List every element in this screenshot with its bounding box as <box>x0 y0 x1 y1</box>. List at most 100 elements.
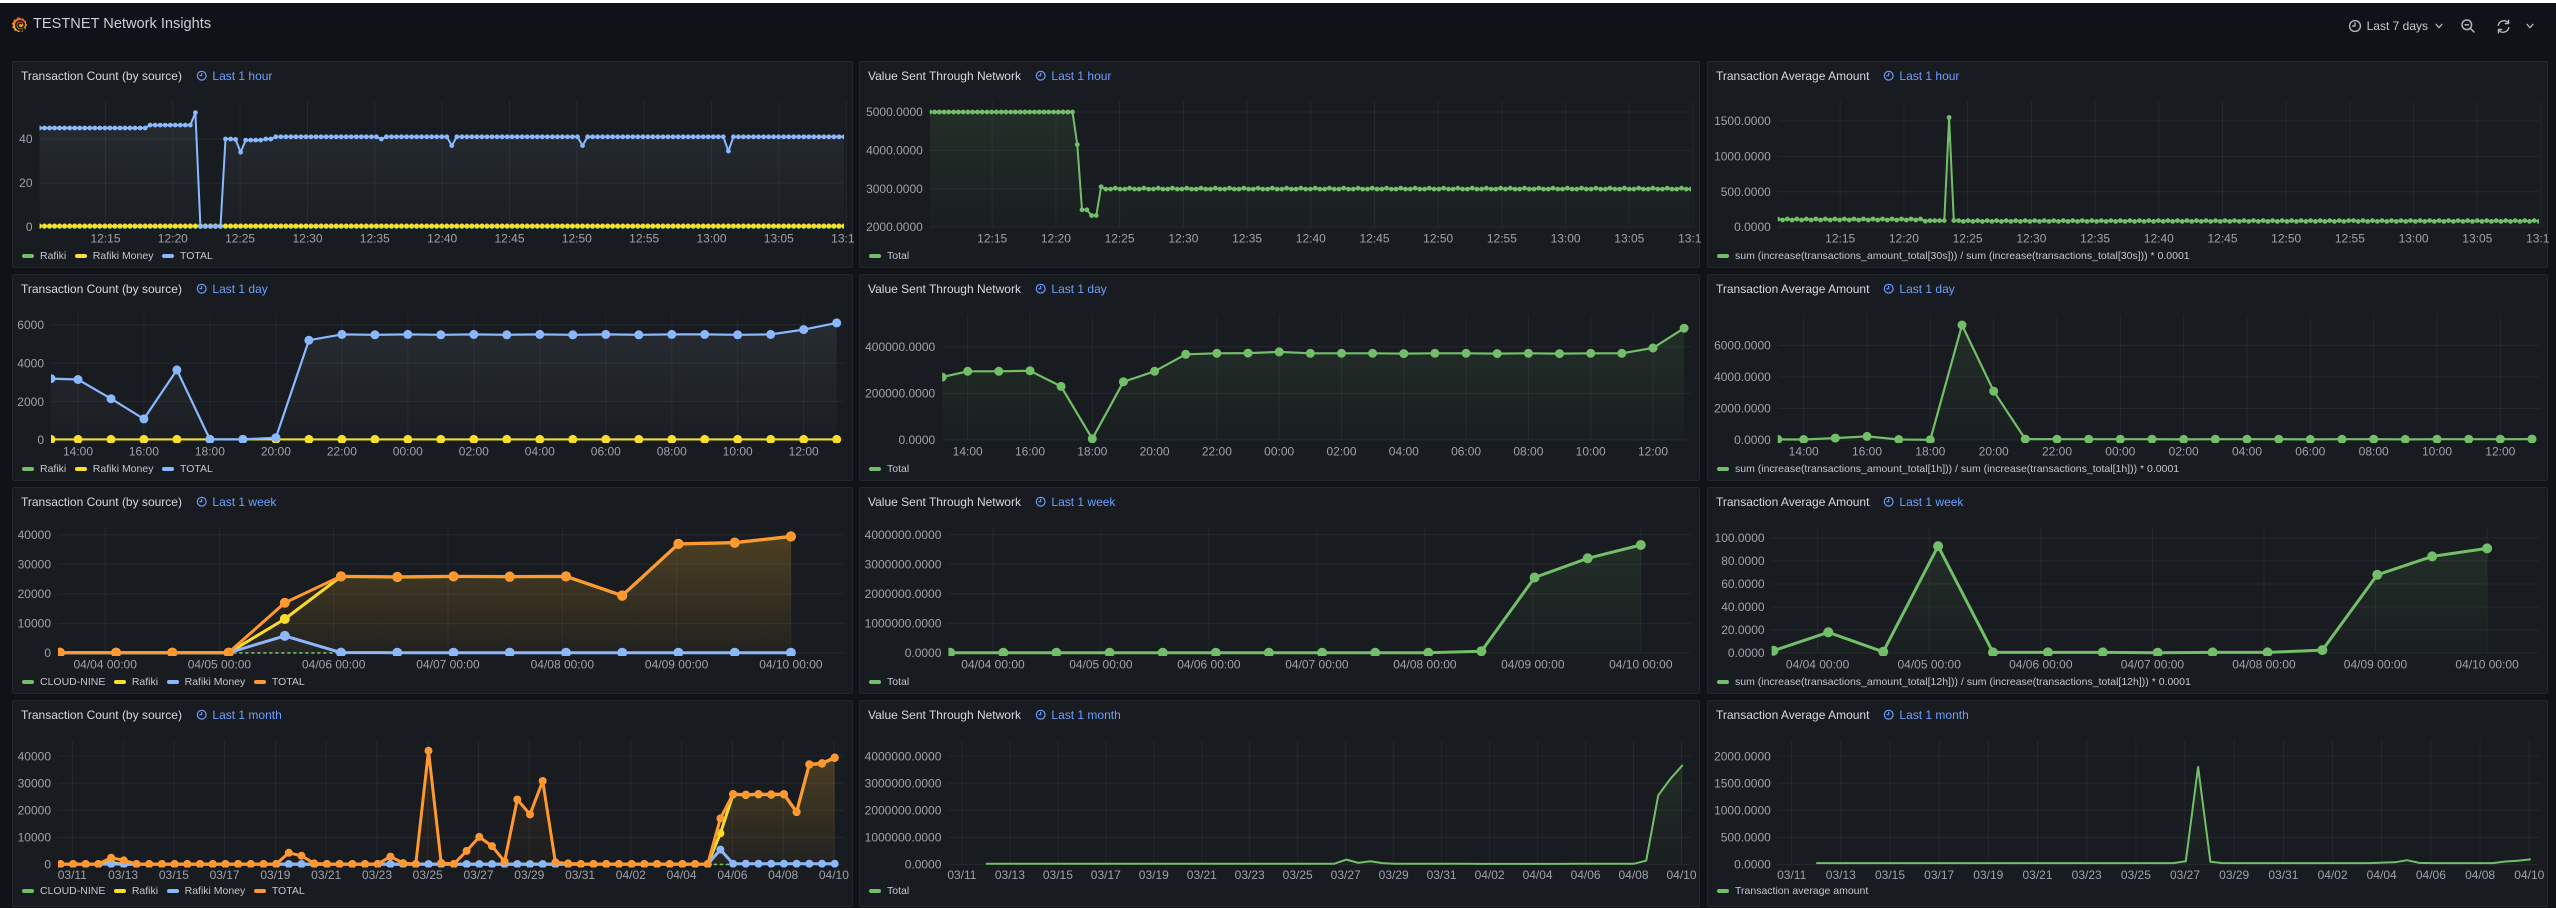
svg-text:12:30: 12:30 <box>2016 232 2046 246</box>
svg-text:03/13: 03/13 <box>995 868 1025 882</box>
svg-text:03/27: 03/27 <box>2170 868 2200 882</box>
svg-text:10000: 10000 <box>18 617 52 631</box>
svg-text:200000.0000: 200000.0000 <box>865 387 935 401</box>
svg-text:06:00: 06:00 <box>2295 445 2325 459</box>
svg-text:16:00: 16:00 <box>129 445 159 459</box>
svg-text:4000000.0000: 4000000.0000 <box>865 749 942 763</box>
svg-text:2000000.0000: 2000000.0000 <box>865 804 942 818</box>
svg-text:03/11: 03/11 <box>947 868 976 882</box>
svg-text:03/29: 03/29 <box>514 868 544 882</box>
svg-text:04/07 00:00: 04/07 00:00 <box>416 658 480 672</box>
svg-text:03/15: 03/15 <box>1875 868 1905 882</box>
svg-text:14:00: 14:00 <box>63 445 93 459</box>
svg-text:20:00: 20:00 <box>1979 445 2009 459</box>
svg-text:03/27: 03/27 <box>463 868 493 882</box>
svg-text:12:40: 12:40 <box>1296 232 1326 246</box>
svg-text:12:55: 12:55 <box>629 232 659 246</box>
svg-text:04/07 00:00: 04/07 00:00 <box>1285 658 1349 672</box>
svg-text:04:00: 04:00 <box>1389 445 1419 459</box>
svg-text:04/09 00:00: 04/09 00:00 <box>645 658 709 672</box>
svg-text:3000.0000: 3000.0000 <box>866 182 923 196</box>
svg-text:04/02: 04/02 <box>1475 868 1505 882</box>
svg-text:18:00: 18:00 <box>195 445 225 459</box>
svg-text:03/21: 03/21 <box>2022 868 2052 882</box>
svg-text:04/07 00:00: 04/07 00:00 <box>2121 658 2185 672</box>
svg-text:10000: 10000 <box>18 831 52 845</box>
svg-text:12:30: 12:30 <box>292 232 322 246</box>
svg-text:03/15: 03/15 <box>1043 868 1073 882</box>
svg-text:00:00: 00:00 <box>393 445 423 459</box>
svg-text:12:45: 12:45 <box>494 232 524 246</box>
svg-text:04/06 00:00: 04/06 00:00 <box>302 658 366 672</box>
svg-text:10:00: 10:00 <box>723 445 753 459</box>
svg-text:0.0000: 0.0000 <box>898 433 935 447</box>
svg-text:13:05: 13:05 <box>764 232 794 246</box>
svg-text:0.0000: 0.0000 <box>1734 433 1771 447</box>
svg-text:12:45: 12:45 <box>1359 232 1389 246</box>
svg-text:03/13: 03/13 <box>1826 868 1856 882</box>
svg-text:13:00: 13:00 <box>696 232 726 246</box>
svg-text:12:50: 12:50 <box>1423 232 1453 246</box>
svg-text:4000.0000: 4000.0000 <box>866 144 923 158</box>
svg-text:13:05: 13:05 <box>1614 232 1644 246</box>
svg-text:40.0000: 40.0000 <box>1721 600 1765 614</box>
svg-text:12:45: 12:45 <box>2207 232 2237 246</box>
svg-text:03/17: 03/17 <box>1091 868 1121 882</box>
svg-text:03/31: 03/31 <box>1427 868 1457 882</box>
svg-text:1000.0000: 1000.0000 <box>1714 150 1771 164</box>
svg-text:4000000.0000: 4000000.0000 <box>865 528 942 542</box>
svg-text:60.0000: 60.0000 <box>1721 577 1765 591</box>
svg-text:0: 0 <box>37 433 44 447</box>
svg-text:04/08 00:00: 04/08 00:00 <box>1393 658 1457 672</box>
svg-text:13:00: 13:00 <box>2399 232 2429 246</box>
svg-text:13:10: 13:10 <box>1678 232 1701 246</box>
svg-text:1500.0000: 1500.0000 <box>1714 776 1771 790</box>
svg-text:12:00: 12:00 <box>789 445 819 459</box>
svg-text:04/10 00:00: 04/10 00:00 <box>1609 658 1673 672</box>
svg-text:02:00: 02:00 <box>2169 445 2199 459</box>
svg-text:0.0000: 0.0000 <box>905 646 942 660</box>
svg-text:2000.0000: 2000.0000 <box>1714 402 1771 416</box>
svg-text:04/06: 04/06 <box>1571 868 1601 882</box>
svg-text:40000: 40000 <box>18 528 52 542</box>
svg-text:04/10: 04/10 <box>819 868 849 882</box>
svg-text:16:00: 16:00 <box>1015 445 1045 459</box>
svg-text:04/05 00:00: 04/05 00:00 <box>188 658 252 672</box>
svg-text:02:00: 02:00 <box>1326 445 1356 459</box>
svg-text:04/08: 04/08 <box>1618 868 1648 882</box>
svg-text:6000.0000: 6000.0000 <box>1714 339 1771 353</box>
svg-text:12:25: 12:25 <box>1953 232 1983 246</box>
svg-text:04/06: 04/06 <box>2416 868 2446 882</box>
svg-text:1500.0000: 1500.0000 <box>1714 114 1771 128</box>
svg-text:20:00: 20:00 <box>1140 445 1170 459</box>
svg-text:02:00: 02:00 <box>459 445 489 459</box>
svg-text:1000000.0000: 1000000.0000 <box>865 617 942 631</box>
svg-text:40000: 40000 <box>18 749 52 763</box>
svg-text:30000: 30000 <box>18 776 52 790</box>
svg-text:1000000.0000: 1000000.0000 <box>865 831 942 845</box>
svg-text:12:35: 12:35 <box>1232 232 1262 246</box>
svg-text:500.0000: 500.0000 <box>1721 185 1771 199</box>
svg-text:400000.0000: 400000.0000 <box>865 340 935 354</box>
svg-text:04:00: 04:00 <box>2232 445 2262 459</box>
svg-text:04/08 00:00: 04/08 00:00 <box>2232 658 2296 672</box>
svg-text:12:40: 12:40 <box>2144 232 2174 246</box>
svg-text:40: 40 <box>19 132 33 146</box>
svg-text:12:55: 12:55 <box>2335 232 2365 246</box>
svg-text:04/05 00:00: 04/05 00:00 <box>1069 658 1133 672</box>
svg-text:04/06: 04/06 <box>717 868 747 882</box>
svg-text:13:05: 13:05 <box>2462 232 2492 246</box>
svg-text:03/21: 03/21 <box>1187 868 1217 882</box>
svg-text:12:25: 12:25 <box>1105 232 1135 246</box>
svg-text:0.0000: 0.0000 <box>1734 858 1771 872</box>
svg-text:04/04 00:00: 04/04 00:00 <box>73 658 137 672</box>
svg-text:04/10: 04/10 <box>1666 868 1696 882</box>
svg-text:04/08: 04/08 <box>2465 868 2495 882</box>
svg-text:22:00: 22:00 <box>327 445 357 459</box>
svg-text:14:00: 14:00 <box>953 445 983 459</box>
svg-text:12:15: 12:15 <box>1825 232 1855 246</box>
svg-text:12:50: 12:50 <box>562 232 592 246</box>
svg-text:06:00: 06:00 <box>1451 445 1481 459</box>
svg-text:03/23: 03/23 <box>362 868 392 882</box>
svg-text:04:00: 04:00 <box>525 445 555 459</box>
